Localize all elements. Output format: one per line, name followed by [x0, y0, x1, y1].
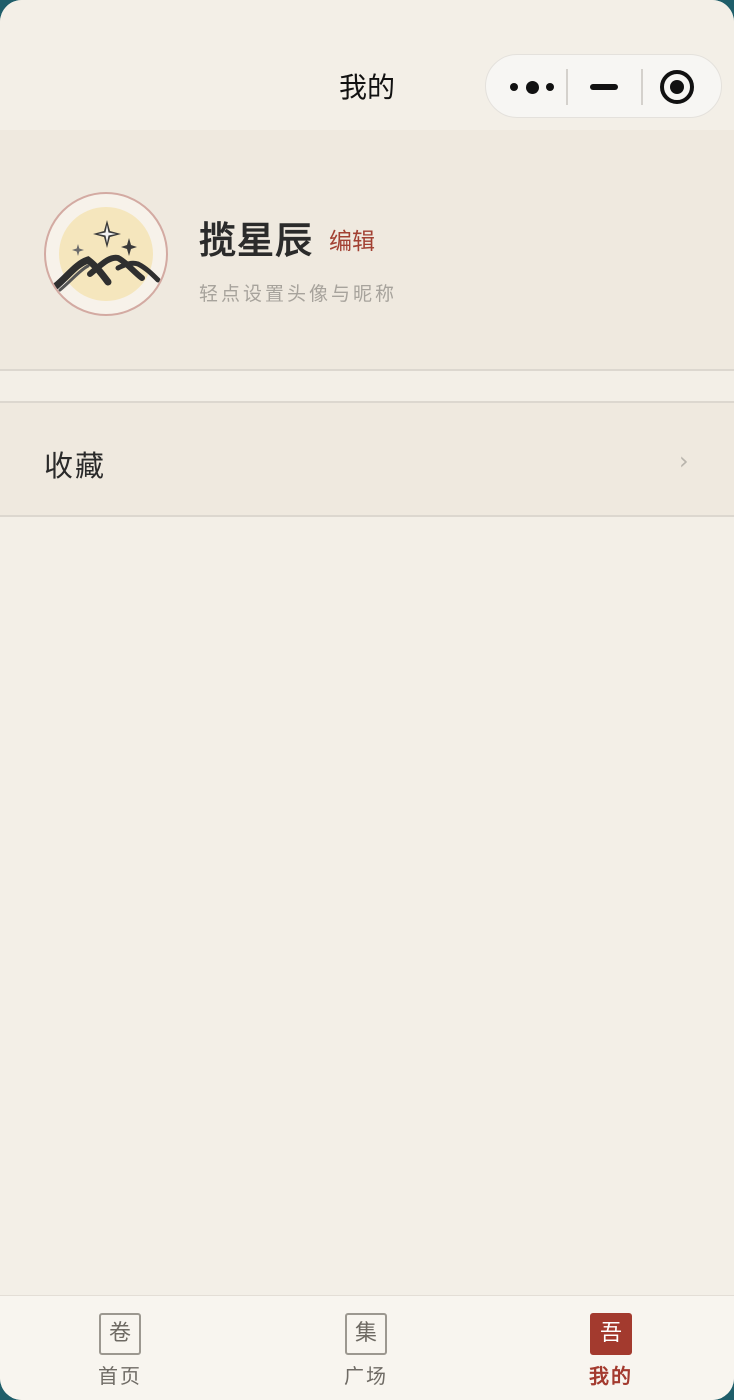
target-close-icon[interactable]: [660, 70, 694, 104]
mine-page: 我的 揽星辰 编辑 轻点设置头像与昵称 收藏 › 卷 首页 集 广场 吾 我的: [0, 0, 734, 1400]
tab-label: 广场: [344, 1364, 388, 1388]
tab-home[interactable]: 卷 首页: [60, 1296, 180, 1400]
nickname: 揽星辰: [199, 218, 313, 262]
more-dots-icon[interactable]: [510, 73, 554, 101]
navigation-bar: 我的: [0, 0, 734, 130]
favorites-label: 收藏: [44, 449, 107, 483]
profile-hint: 轻点设置头像与昵称: [199, 283, 398, 305]
me-icon: 吾: [590, 1313, 632, 1355]
edit-profile-link[interactable]: 编辑: [329, 222, 375, 256]
minimize-icon[interactable]: [590, 73, 618, 101]
capsule-divider: [641, 69, 643, 105]
chevron-right-icon: ›: [679, 447, 689, 475]
tab-label: 我的: [589, 1364, 633, 1388]
section-spacer: [0, 371, 734, 403]
mini-program-capsule: [485, 54, 722, 118]
tab-plaza[interactable]: 集 广场: [306, 1296, 426, 1400]
collection-icon: 集: [345, 1313, 387, 1355]
avatar[interactable]: [44, 192, 168, 316]
scroll-icon: 卷: [99, 1313, 141, 1355]
tab-mine[interactable]: 吾 我的: [551, 1296, 671, 1400]
tab-bar: 卷 首页 集 广场 吾 我的: [0, 1295, 734, 1400]
favorites-item[interactable]: 收藏 ›: [0, 403, 734, 517]
stars-over-mountains-icon: [52, 207, 161, 301]
profile-card: 揽星辰 编辑 轻点设置头像与昵称: [0, 130, 734, 371]
tab-label: 首页: [98, 1364, 142, 1388]
capsule-divider: [566, 69, 568, 105]
